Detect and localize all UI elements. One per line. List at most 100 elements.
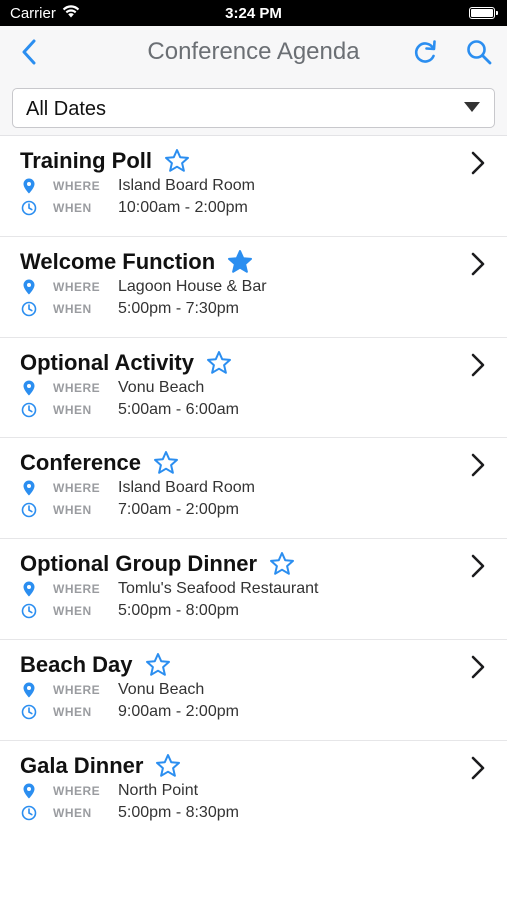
where-label: WHERE bbox=[53, 783, 101, 798]
where-value: Island Board Room bbox=[118, 479, 255, 497]
chevron-right-icon bbox=[469, 150, 487, 176]
agenda-item-header: Gala Dinner bbox=[20, 753, 181, 779]
refresh-icon bbox=[414, 40, 436, 63]
when-value: 5:00am - 6:00am bbox=[118, 400, 239, 418]
when-label: WHEN bbox=[53, 201, 92, 215]
where-label: WHERE bbox=[53, 279, 101, 294]
agenda-item-title: Optional Activity bbox=[20, 349, 194, 375]
favorite-star-icon[interactable] bbox=[145, 652, 171, 678]
search-button[interactable] bbox=[462, 35, 496, 69]
agenda-item-header: Optional Group Dinner bbox=[20, 551, 295, 577]
chevron-right-icon bbox=[469, 251, 487, 277]
when-row: WHEN 7:00am - 2:00pm bbox=[20, 501, 239, 519]
battery-icon bbox=[469, 7, 498, 19]
when-label: WHEN bbox=[53, 402, 92, 417]
when-row: WHEN 9:00am - 2:00pm bbox=[20, 703, 239, 721]
where-value: North Point bbox=[118, 781, 199, 799]
agenda-item-3[interactable]: Optional Activity WHERE Vonu Beach WHEN … bbox=[0, 338, 507, 439]
where-value: Vonu Beach bbox=[118, 378, 205, 396]
when-label: WHEN bbox=[53, 805, 92, 820]
clock-icon bbox=[20, 300, 38, 318]
clock-icon bbox=[20, 703, 38, 721]
where-row: WHERE Vonu Beach bbox=[20, 681, 204, 699]
agenda-item-title: Optional Group Dinner bbox=[20, 551, 258, 577]
clock-icon bbox=[20, 199, 38, 217]
when-row: WHEN 5:00pm - 7:30pm bbox=[20, 300, 239, 318]
where-value: Island Board Room bbox=[118, 177, 255, 194]
where-row: WHERE North Point bbox=[20, 782, 198, 800]
when-value: 5:00pm - 7:30pm bbox=[118, 299, 239, 317]
chevron-right-icon bbox=[469, 452, 487, 478]
chevron-right-icon bbox=[469, 352, 487, 378]
agenda-item-2[interactable]: Welcome Function WHERE Lagoon House & Ba… bbox=[0, 237, 507, 338]
refresh-button[interactable] bbox=[408, 35, 442, 69]
favorite-star-icon[interactable] bbox=[164, 148, 190, 174]
when-label: WHEN bbox=[53, 503, 92, 518]
dropdown-caret-icon bbox=[464, 102, 480, 112]
where-label: WHERE bbox=[53, 179, 101, 193]
agenda-item-header: Optional Activity bbox=[20, 350, 232, 376]
search-icon bbox=[467, 40, 492, 65]
when-label: WHEN bbox=[53, 604, 92, 619]
chevron-right-icon bbox=[469, 654, 487, 680]
favorite-star-icon[interactable] bbox=[206, 350, 232, 376]
agenda-item-6[interactable]: Beach Day WHERE Vonu Beach WHEN 9:00am - bbox=[0, 640, 507, 741]
agenda-item-4[interactable]: Conference WHERE Island Board Room WHEN … bbox=[0, 438, 507, 540]
where-label: WHERE bbox=[53, 481, 101, 496]
location-pin-icon bbox=[20, 681, 38, 699]
agenda-item-header: Welcome Function bbox=[20, 249, 253, 275]
navigation-bar: Conference Agenda bbox=[0, 26, 507, 78]
date-filter-value: All Dates bbox=[26, 98, 107, 120]
clock-icon bbox=[20, 401, 38, 419]
date-filter-dropdown[interactable]: All Dates bbox=[12, 88, 495, 128]
agenda-item-title: Welcome Function bbox=[20, 248, 216, 274]
when-value: 7:00am - 2:00pm bbox=[118, 501, 239, 519]
where-label: WHERE bbox=[53, 582, 101, 597]
when-value: 5:00pm - 8:30pm bbox=[118, 803, 239, 821]
agenda-item-header: Training Poll bbox=[20, 148, 190, 174]
where-label: WHERE bbox=[53, 682, 101, 697]
agenda-item-7[interactable]: Gala Dinner WHERE North Point WHEN 5:00p… bbox=[0, 741, 507, 842]
location-pin-icon bbox=[20, 379, 38, 397]
agenda-item-title: Gala Dinner bbox=[20, 752, 144, 778]
agenda-item-title: Conference bbox=[20, 450, 142, 476]
agenda-item-header: Beach Day bbox=[20, 652, 171, 678]
favorite-star-filled-icon[interactable] bbox=[227, 249, 253, 275]
when-row: WHEN 5:00am - 6:00am bbox=[20, 401, 239, 419]
location-pin-icon bbox=[20, 580, 38, 598]
favorite-star-icon[interactable] bbox=[269, 551, 295, 577]
favorite-star-icon[interactable] bbox=[155, 753, 181, 779]
when-value: 9:00am - 2:00pm bbox=[118, 702, 239, 720]
agenda-item-5[interactable]: Optional Group Dinner WHERE Tomlu's Seaf… bbox=[0, 539, 507, 640]
clock-icon bbox=[20, 501, 38, 519]
chevron-right-icon bbox=[469, 755, 487, 781]
agenda-item-title: Beach Day bbox=[20, 651, 133, 677]
status-time: 3:24 PM bbox=[225, 5, 282, 22]
when-label: WHEN bbox=[53, 301, 92, 316]
when-row: WHEN 5:00pm - 8:00pm bbox=[20, 602, 239, 620]
where-row: WHERE Lagoon House & Bar bbox=[20, 278, 267, 296]
where-value: Vonu Beach bbox=[118, 680, 205, 698]
when-row: WHEN 5:00pm - 8:30pm bbox=[20, 804, 239, 822]
where-value: Lagoon House & Bar bbox=[118, 277, 267, 295]
favorite-star-icon[interactable] bbox=[153, 450, 179, 476]
agenda-item-title: Training Poll bbox=[20, 148, 153, 173]
chevron-right-icon bbox=[469, 553, 487, 579]
where-label: WHERE bbox=[53, 380, 101, 395]
where-row: WHERE Island Board Room bbox=[20, 177, 255, 195]
where-value: Tomlu's Seafood Restaurant bbox=[118, 580, 319, 598]
filter-bar: All Dates bbox=[0, 78, 507, 136]
location-pin-icon bbox=[20, 177, 38, 195]
where-row: WHERE Tomlu's Seafood Restaurant bbox=[20, 580, 319, 598]
agenda-list: Training Poll WHERE Island Board Room WH… bbox=[0, 136, 507, 842]
clock-icon bbox=[20, 602, 38, 620]
location-pin-icon bbox=[20, 782, 38, 800]
location-pin-icon bbox=[20, 479, 38, 497]
agenda-item-header: Conference bbox=[20, 450, 179, 476]
when-row: WHEN 10:00am - 2:00pm bbox=[20, 199, 248, 217]
where-row: WHERE Island Board Room bbox=[20, 479, 255, 497]
clock-icon bbox=[20, 804, 38, 822]
agenda-item-1[interactable]: Training Poll WHERE Island Board Room WH… bbox=[0, 136, 507, 237]
when-label: WHEN bbox=[53, 704, 92, 719]
when-value: 10:00am - 2:00pm bbox=[118, 199, 248, 216]
